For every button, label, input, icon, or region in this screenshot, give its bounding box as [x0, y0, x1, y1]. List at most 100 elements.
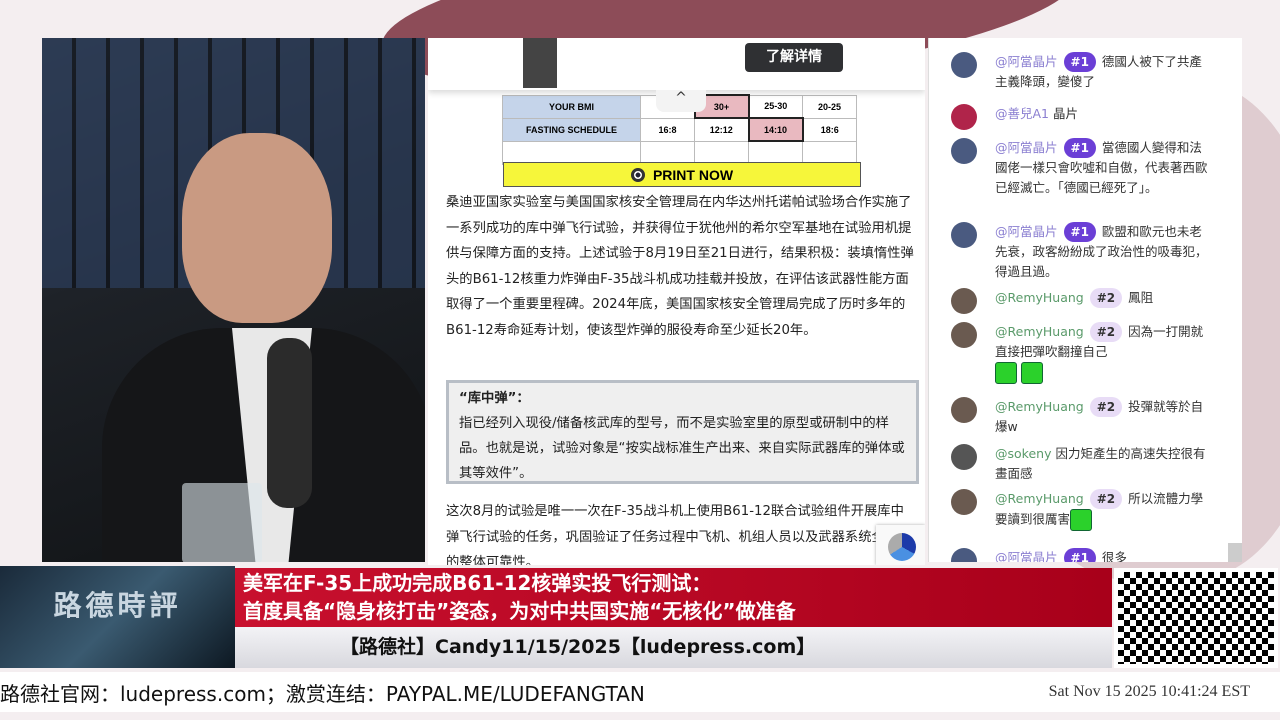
chat-message-body: @阿當晶片 #1 當德國人變得和法國佬一樣只會吹噓和自傲，代表著西歐已經滅亡。「德國…: [995, 138, 1211, 198]
laughing-emoji-icon: [1070, 509, 1093, 531]
table-cell: [502, 140, 641, 165]
chat-text: 晶片: [1053, 106, 1079, 121]
chat-message: @阿當晶片 #1 當德國人變得和法國佬一樣只會吹噓和自傲，代表著西歐已經滅亡。「德國…: [951, 138, 1211, 198]
chat-author[interactable]: @阿當晶片: [995, 140, 1058, 155]
radio-icon: [630, 168, 645, 182]
rank-badge: #2: [1089, 322, 1123, 342]
chat-author[interactable]: @RemyHuang: [995, 324, 1084, 339]
table-cell: [748, 140, 803, 165]
chat-message-body: @阿當晶片 #1 德國人被下了共產主義降頭，變傻了: [995, 52, 1211, 92]
print-now-label: PRINT NOW: [652, 167, 734, 183]
chat-message-body: @阿當晶片 #1 很多: [995, 548, 1211, 562]
chat-message-body: @sokeny 因力矩產生的高速失控很有畫面感: [995, 444, 1211, 484]
avatar[interactable]: [951, 444, 977, 470]
recaptcha-icon: [888, 533, 916, 561]
chat-author[interactable]: @阿當晶片: [995, 550, 1058, 562]
avatar[interactable]: [951, 548, 977, 562]
table-cell: 25-30: [748, 94, 803, 119]
show-logo: 路德時評: [0, 566, 235, 668]
byline-banner: 【路德社】Candy11/15/2025【ludepress.com】: [235, 627, 1112, 668]
chat-message-body: @阿當晶片 #1 歐盟和歐元也未老先衰，政客紛紛成了政治性的吸毒犯，得過且過。: [995, 222, 1211, 282]
headline-line-2: 首度具备“隐身核打击”姿态，为对中共国实施“无核化”做准备: [243, 599, 796, 623]
rank-badge: #1: [1063, 138, 1096, 158]
chat-message: @RemyHuang #2 鳳阻: [951, 288, 1211, 314]
definition-body: 指已经列入现役/储备核武库的型号，而不是实验室里的原型或研制中的样品。也就是说，…: [459, 416, 905, 481]
table-header: YOUR BMI: [502, 94, 641, 119]
chat-message-body: @善兒A1 晶片: [995, 104, 1211, 124]
chat-author[interactable]: @RemyHuang: [995, 491, 1084, 506]
article-paragraph: 桑迪亚国家实验室与美国国家核安全管理局在内华达州托诺帕试验场合作实施了一系列成功…: [446, 195, 914, 338]
article-paragraph: 这次8月的试验是唯一一次在F-35战斗机上使用B61-12联合试验组件开展库中弹…: [446, 504, 912, 565]
rank-badge: #2: [1089, 288, 1123, 308]
chat-message-body: @RemyHuang #2 因為一打開就直接把彈吹翻撞自己: [995, 322, 1211, 384]
print-now-button[interactable]: PRINT NOW: [503, 162, 861, 187]
avatar[interactable]: [951, 222, 977, 248]
chat-scrollbar[interactable]: [1228, 543, 1242, 562]
timestamp: Sat Nov 15 2025 10:41:24 EST: [1048, 683, 1250, 700]
avatar[interactable]: [951, 138, 977, 164]
avatar[interactable]: [951, 288, 977, 314]
chat-author[interactable]: @RemyHuang: [995, 290, 1084, 305]
qr-code: [1114, 568, 1278, 668]
table-header: FASTING SCHEDULE: [502, 117, 641, 142]
ad-banner[interactable]: 了解详情: [428, 38, 925, 90]
microphone: [267, 338, 312, 508]
table-cell: [694, 140, 749, 165]
chat-message: @善兒A1 晶片: [951, 104, 1211, 130]
collapse-ad-button[interactable]: ^: [656, 90, 706, 112]
chat-author[interactable]: @sokeny: [995, 446, 1051, 461]
live-chat-panel: @阿當晶片 #1 德國人被下了共產主義降頭，變傻了 @善兒A1 晶片 @阿當晶片 #1 當德…: [928, 38, 1242, 562]
emoji-row: [995, 362, 1211, 384]
chat-message: @阿當晶片 #1 很多: [951, 548, 1211, 562]
avatar[interactable]: [951, 489, 977, 515]
chat-message: @sokeny 因力矩產生的高速失控很有畫面感: [951, 444, 1211, 484]
avatar[interactable]: [951, 52, 977, 78]
table-cell: 16:8: [640, 117, 695, 142]
learn-more-button[interactable]: 了解详情: [745, 43, 843, 72]
chat-message: @阿當晶片 #1 歐盟和歐元也未老先衰，政客紛紛成了政治性的吸毒犯，得過且過。: [951, 222, 1211, 282]
rank-badge: #1: [1063, 52, 1096, 72]
recaptcha-badge[interactable]: [876, 525, 925, 565]
chat-author[interactable]: @阿當晶片: [995, 224, 1058, 239]
chat-message-body: @RemyHuang #2 投彈就等於自爆w: [995, 397, 1211, 437]
rank-badge: #1: [1063, 222, 1096, 242]
host-video: [42, 38, 425, 562]
rank-badge: #2: [1089, 397, 1123, 417]
table-cell: 14:10: [747, 117, 804, 142]
chat-author[interactable]: @阿當晶片: [995, 54, 1058, 69]
ticker-bar: 路德社官网：ludepress.com；激赏连结：PAYPAL.ME/LUDEF…: [0, 672, 1280, 712]
avatar[interactable]: [951, 397, 977, 423]
table-cell: 12:12: [694, 117, 749, 142]
chat-author[interactable]: @RemyHuang: [995, 399, 1084, 414]
definition-box: “库中弹”： 指已经列入现役/储备核武库的型号，而不是实验室里的原型或研制中的样…: [446, 380, 919, 484]
definition-title: “库中弹”：: [459, 391, 530, 406]
table-row: [502, 140, 857, 165]
chat-message: @阿當晶片 #1 德國人被下了共產主義降頭，變傻了: [951, 52, 1211, 92]
ticker-text: 路德社官网：ludepress.com；激赏连结：PAYPAL.ME/LUDEF…: [0, 682, 645, 706]
table-cell: 20-25: [802, 94, 857, 119]
chat-message-body: @RemyHuang #2 鳳阻: [995, 288, 1211, 308]
avatar[interactable]: [951, 322, 977, 348]
chat-author[interactable]: @善兒A1: [995, 106, 1049, 121]
headline-banner: 美军在F-35上成功完成B61-12核弹实投飞行测试： 首度具备“隐身核打击”姿…: [235, 568, 1112, 627]
water-glass: [182, 483, 262, 562]
chat-message: @RemyHuang #2 投彈就等於自爆w: [951, 397, 1211, 437]
table-row: FASTING SCHEDULE 16:8 12:12 14:10 18:6: [502, 117, 857, 142]
rank-badge: #1: [1063, 548, 1096, 562]
chat-text: 鳳阻: [1128, 290, 1154, 305]
table-cell: 18:6: [802, 117, 857, 142]
host-head: [182, 133, 332, 323]
laughing-emoji-icon: [1021, 362, 1043, 384]
avatar[interactable]: [951, 104, 977, 130]
table-cell: [802, 140, 857, 165]
rank-badge: #2: [1089, 489, 1123, 509]
headline-line-1: 美军在F-35上成功完成B61-12核弹实投飞行测试：: [243, 571, 712, 595]
laughing-emoji-icon: [995, 362, 1017, 384]
chat-text: 很多: [1101, 550, 1127, 562]
article-panel: 了解详情 ^ YOUR BMI 30+ 25-30 20-25 FASTING …: [428, 38, 925, 565]
ad-thumbnail[interactable]: [523, 38, 557, 88]
table-cell: [640, 140, 695, 165]
chat-message: @RemyHuang #2 所以流體力學要讀到很厲害: [951, 489, 1211, 531]
chat-message: @RemyHuang #2 因為一打開就直接把彈吹翻撞自己: [951, 322, 1211, 384]
chat-message-body: @RemyHuang #2 所以流體力學要讀到很厲害: [995, 489, 1211, 531]
